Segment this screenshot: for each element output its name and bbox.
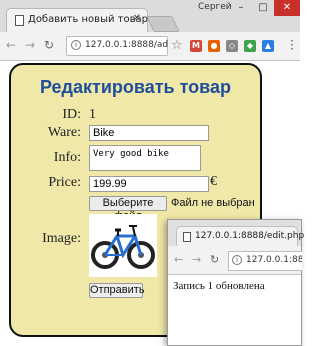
gmail-extension-icon[interactable]: M: [190, 40, 202, 52]
info-icon[interactable]: i: [232, 255, 242, 265]
tab-title: Добавить новый товар: [28, 14, 148, 25]
forward-arrow-icon[interactable]: →: [192, 253, 201, 266]
price-label: Price:: [48, 175, 81, 190]
popup-address-url: 127.0.0.1:8888/edit.php: [246, 255, 302, 265]
address-bar[interactable]: i 127.0.0.1:8888/ad: [66, 36, 168, 56]
choose-file-button[interactable]: Выберите файл: [89, 196, 167, 222]
extension-badge-icon[interactable]: ●: [208, 40, 220, 52]
title-bar: Добавить новый товар ✕ Сергей – □ ✕: [0, 0, 300, 33]
profile-name[interactable]: Сергей: [198, 2, 232, 12]
extension-blue-icon[interactable]: ▲: [262, 40, 274, 52]
id-label: ID:: [62, 107, 81, 122]
page-favicon-icon: [183, 232, 191, 242]
price-input[interactable]: 199.99: [89, 176, 209, 192]
tab-close-icon[interactable]: ✕: [133, 13, 141, 24]
popup-title-bar: 127.0.0.1:8888/edit.php: [168, 220, 304, 247]
popup-tab[interactable]: 127.0.0.1:8888/edit.php: [176, 226, 304, 247]
maximize-button[interactable]: □: [252, 0, 274, 16]
page-favicon-icon: [15, 15, 24, 26]
id-value: 1: [89, 107, 96, 122]
popup-toolbar: ← → ↻ i 127.0.0.1:8888/edit.php: [168, 246, 302, 275]
forward-arrow-icon[interactable]: →: [25, 38, 35, 52]
currency-symbol: €: [210, 174, 217, 189]
submit-button[interactable]: Отправить: [89, 283, 145, 298]
extension-green-icon[interactable]: ◆: [244, 40, 256, 52]
bike-image: [89, 214, 157, 277]
no-file-label: Файл не выбран: [171, 197, 255, 209]
popup-address-bar[interactable]: i 127.0.0.1:8888/edit.php: [228, 251, 302, 271]
reload-icon[interactable]: ↻: [44, 38, 54, 52]
browser-toolbar: ← → ↻ i 127.0.0.1:8888/ad ☆ M ● ◇ ◆ ▲ · ·…: [0, 32, 300, 61]
info-textarea[interactable]: Very good bike: [89, 145, 201, 171]
minimize-button[interactable]: –: [230, 0, 252, 16]
reload-icon[interactable]: ↻: [210, 253, 219, 266]
page-title: Редактировать товар: [39, 77, 231, 97]
info-label: Info:: [53, 150, 81, 165]
new-tab-button[interactable]: [146, 16, 180, 32]
popup-tab-title: 127.0.0.1:8888/edit.php: [195, 231, 305, 241]
back-arrow-icon[interactable]: ←: [174, 253, 183, 266]
result-browser-window: 127.0.0.1:8888/edit.php ← → ↻ i 127.0.0.…: [167, 219, 304, 346]
browser-tab[interactable]: Добавить новый товар ✕: [6, 8, 148, 33]
menu-dots-icon[interactable]: · · ·: [290, 35, 294, 55]
back-arrow-icon[interactable]: ←: [6, 38, 16, 52]
ware-input[interactable]: Bike: [89, 125, 209, 141]
image-label: Image:: [42, 231, 81, 246]
extension-icon[interactable]: ◇: [226, 40, 238, 52]
address-url: 127.0.0.1:8888/ad: [85, 40, 169, 50]
close-window-button[interactable]: ✕: [274, 0, 300, 16]
bookmark-star-icon[interactable]: ☆: [171, 38, 183, 53]
bike-icon: [91, 225, 155, 269]
ware-label: Ware:: [47, 125, 81, 140]
update-message: Запись 1 обновлена: [173, 280, 265, 292]
info-icon[interactable]: i: [71, 40, 81, 50]
